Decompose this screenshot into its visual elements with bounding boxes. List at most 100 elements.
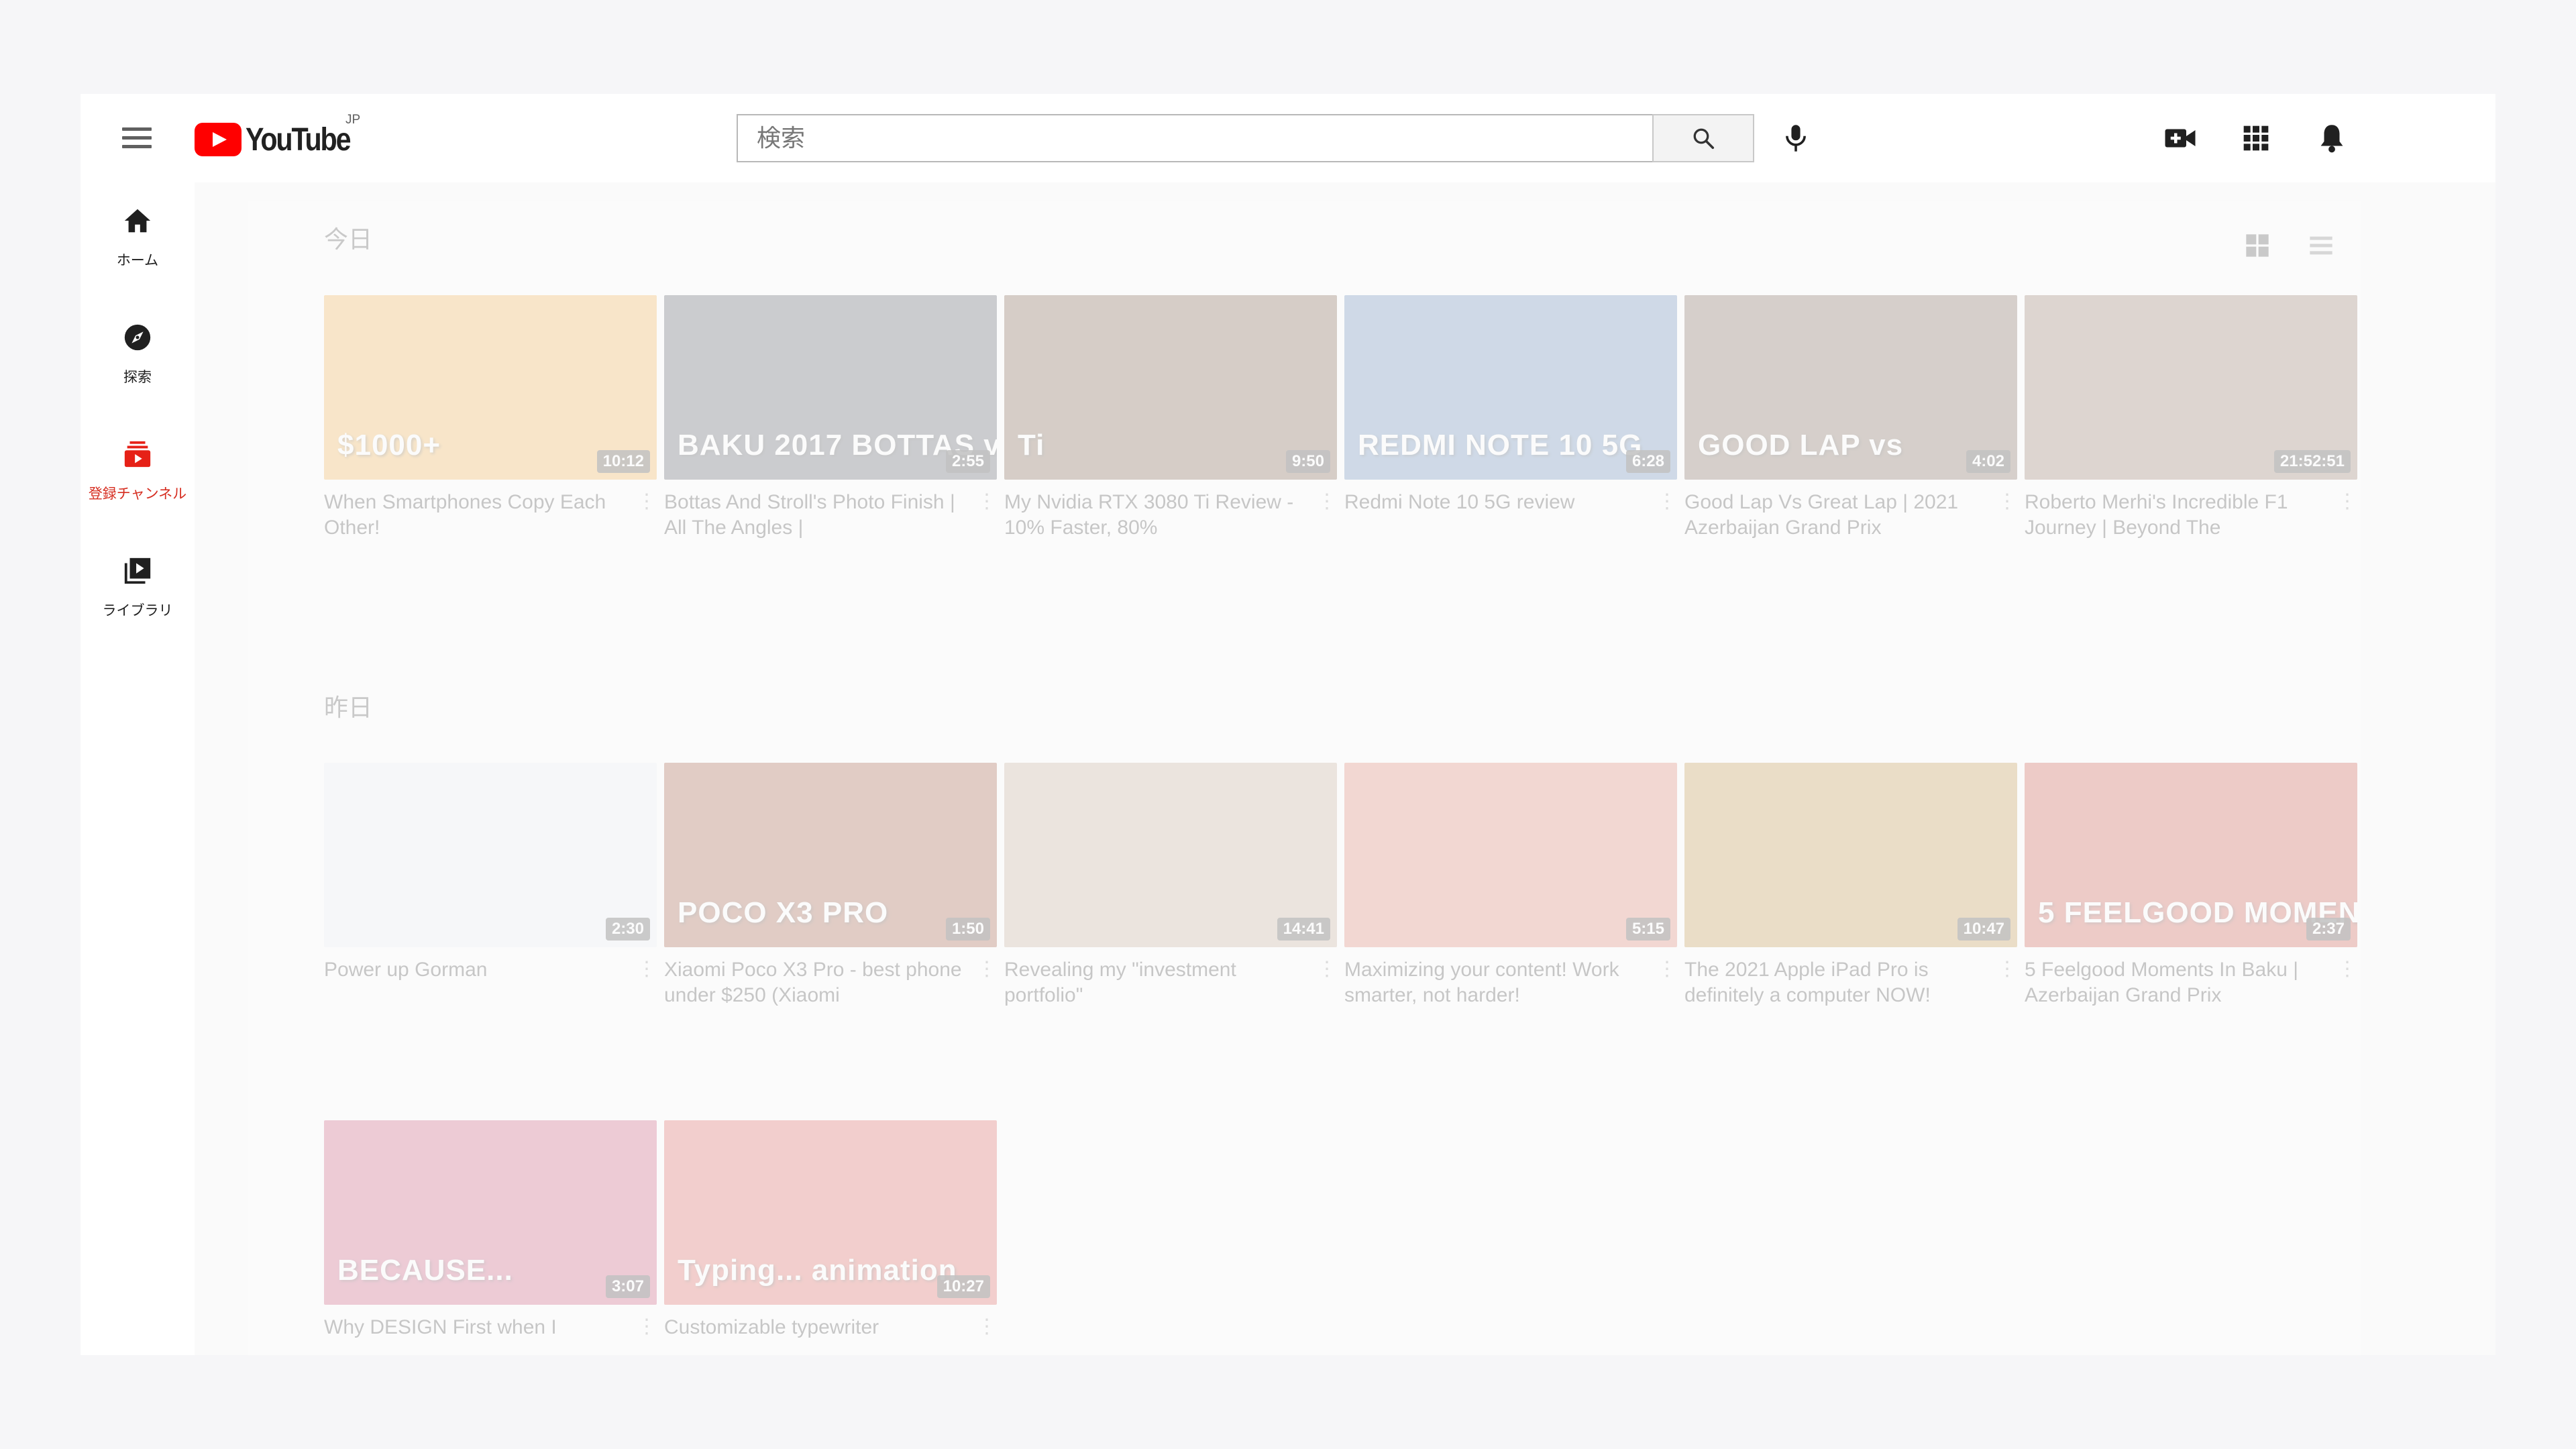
thumbnail-text: $1000+ xyxy=(337,429,441,462)
video-title[interactable]: Roberto Merhi's Incredible F1 Journey | … xyxy=(2025,490,2333,541)
video-title[interactable]: Revealing my "investment portfolio" xyxy=(1004,957,1313,1008)
top-bar: YouTube JP xyxy=(80,94,2496,182)
video-thumbnail[interactable]: REDMI NOTE 10 5G 6:28 xyxy=(1344,295,1677,480)
apps-grid-icon xyxy=(2243,125,2269,151)
video-card[interactable]: 5 FEELGOOD MOMENTS2:37 5 Feelgood Moments… xyxy=(2025,763,2357,1098)
video-title[interactable]: Why DESIGN First when I xyxy=(324,1315,633,1340)
video-card[interactable]: POCO X3 PRO 1:50 Xiaomi Poco X3 Pro - best… xyxy=(664,763,997,1098)
more-options-icon[interactable]: ⋮ xyxy=(2337,957,2357,981)
logo-text: YouTube xyxy=(246,121,352,158)
more-options-icon[interactable]: ⋮ xyxy=(977,1315,997,1338)
apps-button[interactable] xyxy=(2236,118,2276,158)
more-options-icon[interactable]: ⋮ xyxy=(1317,490,1337,513)
duration-badge: 5:15 xyxy=(1625,918,1670,941)
more-options-icon[interactable]: ⋮ xyxy=(1657,490,1677,513)
video-camera-plus-icon xyxy=(2165,129,2196,148)
notifications-button[interactable] xyxy=(2312,118,2352,158)
video-thumbnail[interactable]: 14:41 xyxy=(1004,763,1337,947)
video-card[interactable]: 10:47 The 2021 Apple iPad Pro is definite… xyxy=(1684,763,2017,1098)
voice-search-button[interactable] xyxy=(1776,118,1816,158)
section-title-yesterday: 昨日 xyxy=(324,694,373,721)
video-thumbnail[interactable]: GOOD LAP vs 4:02 xyxy=(1684,295,2017,480)
more-options-icon[interactable]: ⋮ xyxy=(977,957,997,981)
sidebar-item-home[interactable]: ホーム xyxy=(80,195,195,302)
search-input[interactable] xyxy=(737,114,1652,162)
more-options-icon[interactable]: ⋮ xyxy=(1997,957,2017,981)
sidebar-item-label: ライブラリ xyxy=(102,603,173,619)
region-label: JP xyxy=(345,113,361,127)
thumbnail-text: BECAUSE... xyxy=(337,1254,513,1287)
video-thumbnail[interactable]: BAKU 2017 BOTTAS vs. STRO2:55 xyxy=(664,295,997,480)
video-thumbnail[interactable]: 2:30 xyxy=(324,763,657,947)
duration-badge: 10:12 xyxy=(596,450,650,473)
video-title[interactable]: 5 Feelgood Moments In Baku | Azerbaijan … xyxy=(2025,957,2333,1008)
more-options-icon[interactable]: ⋮ xyxy=(977,490,997,513)
home-icon xyxy=(124,209,151,233)
list-view-icon[interactable] xyxy=(2308,232,2334,259)
duration-badge: 21:52:51 xyxy=(2273,450,2351,473)
sidebar-item-library[interactable]: ライブラリ xyxy=(80,545,195,652)
duration-badge: 3:07 xyxy=(605,1275,650,1298)
app-window: YouTube JP 検索 ホーム 探索 登録チャンネル ライブラリ 今日 昨日… xyxy=(80,94,2496,1355)
section-title-today: 今日 xyxy=(324,225,373,253)
more-options-icon[interactable]: ⋮ xyxy=(637,490,657,513)
subscription-feed: 今日 昨日 $1000+ 10:12 When Smartphones Copy E… xyxy=(248,201,2361,1355)
video-thumbnail[interactable]: Typing... animation 10:27 xyxy=(664,1120,997,1305)
video-title[interactable]: Redmi Note 10 5G review xyxy=(1344,490,1653,515)
video-card[interactable]: Typing... animation 10:27 Customizable typ… xyxy=(664,1120,997,1355)
video-thumbnail[interactable]: Ti 9:50 xyxy=(1004,295,1337,480)
video-thumbnail[interactable]: $1000+ 10:12 xyxy=(324,295,657,480)
video-title[interactable]: Maximizing your content! Work smarter, n… xyxy=(1344,957,1653,1008)
sidebar-item-label: 探索 xyxy=(123,370,152,385)
thumbnail-text: Typing... animation xyxy=(678,1254,957,1287)
compass-icon xyxy=(124,324,151,351)
video-title[interactable]: Customizable typewriter xyxy=(664,1315,973,1340)
video-thumbnail[interactable]: 21:52:51 xyxy=(2025,295,2357,480)
video-thumbnail[interactable]: POCO X3 PRO 1:50 xyxy=(664,763,997,947)
more-options-icon[interactable]: ⋮ xyxy=(1997,490,2017,513)
library-icon xyxy=(124,557,151,584)
more-options-icon[interactable]: ⋮ xyxy=(2337,490,2357,513)
duration-badge: 6:28 xyxy=(1625,450,1670,473)
video-card[interactable]: $1000+ 10:12 When Smartphones Copy Each Ot… xyxy=(324,295,657,631)
video-card[interactable]: BECAUSE... 3:07 Why DESIGN First when I ⋮ xyxy=(324,1120,657,1355)
video-title[interactable]: Xiaomi Poco X3 Pro - best phone under $2… xyxy=(664,957,973,1008)
video-title[interactable]: When Smartphones Copy Each Other! xyxy=(324,490,633,541)
video-card[interactable]: 21:52:51 Roberto Merhi's Incredible F1 Jo… xyxy=(2025,295,2357,631)
hamburger-menu-icon[interactable] xyxy=(119,121,154,156)
video-thumbnail[interactable]: 10:47 xyxy=(1684,763,2017,947)
more-options-icon[interactable]: ⋮ xyxy=(1657,957,1677,981)
sidebar-item-explore[interactable]: 探索 xyxy=(80,311,195,419)
video-thumbnail[interactable]: 5:15 xyxy=(1344,763,1677,947)
video-title[interactable]: Good Lap Vs Great Lap | 2021 Azerbaijan … xyxy=(1684,490,1993,541)
duration-badge: 4:02 xyxy=(1966,450,2010,473)
more-options-icon[interactable]: ⋮ xyxy=(637,1315,657,1338)
video-title[interactable]: My Nvidia RTX 3080 Ti Review - 10% Faste… xyxy=(1004,490,1313,541)
search-button[interactable] xyxy=(1652,114,1754,162)
video-card[interactable]: REDMI NOTE 10 5G 6:28 Redmi Note 10 5G rev… xyxy=(1344,295,1677,631)
video-card[interactable]: BAKU 2017 BOTTAS vs. STRO2:55 Bottas And … xyxy=(664,295,997,631)
sidebar-item-subscriptions[interactable]: 登録チャンネル xyxy=(80,428,195,535)
video-card[interactable]: 14:41 Revealing my "investment portfolio"… xyxy=(1004,763,1337,1098)
video-thumbnail[interactable]: BECAUSE... 3:07 xyxy=(324,1120,657,1305)
create-video-button[interactable] xyxy=(2160,118,2200,158)
video-title[interactable]: The 2021 Apple iPad Pro is definitely a … xyxy=(1684,957,1993,1008)
video-title[interactable]: Power up Gorman xyxy=(324,957,633,983)
video-card[interactable]: 5:15 Maximizing your content! Work smarte… xyxy=(1344,763,1677,1098)
duration-badge: 2:55 xyxy=(945,450,990,473)
duration-badge: 10:27 xyxy=(936,1275,990,1298)
thumbnail-text: REDMI NOTE 10 5G xyxy=(1358,429,1643,462)
video-card[interactable]: Ti 9:50 My Nvidia RTX 3080 Ti Review - 10%… xyxy=(1004,295,1337,631)
more-options-icon[interactable]: ⋮ xyxy=(637,957,657,981)
duration-badge: 9:50 xyxy=(1285,450,1330,473)
youtube-logo[interactable]: YouTube JP xyxy=(195,113,367,160)
grid-view-icon[interactable] xyxy=(2244,232,2271,259)
search-icon xyxy=(1693,128,1715,150)
video-card[interactable]: 2:30 Power up Gorman ⋮ xyxy=(324,763,657,1098)
video-card[interactable]: GOOD LAP vs 4:02 Good Lap Vs Great Lap | 2… xyxy=(1684,295,2017,631)
video-title[interactable]: Bottas And Stroll's Photo Finish | All T… xyxy=(664,490,973,541)
more-options-icon[interactable]: ⋮ xyxy=(1317,957,1337,981)
bell-icon xyxy=(2320,125,2343,153)
video-thumbnail[interactable]: 5 FEELGOOD MOMENTS2:37 xyxy=(2025,763,2357,947)
thumbnail-text: POCO X3 PRO xyxy=(678,896,889,929)
